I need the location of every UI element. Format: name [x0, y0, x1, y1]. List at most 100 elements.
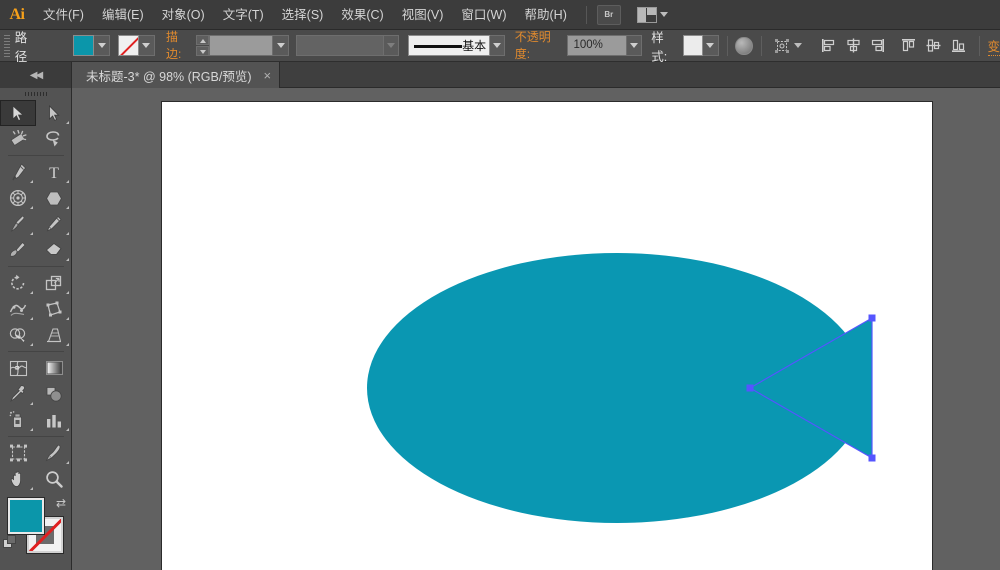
type-tool[interactable]: T — [36, 159, 72, 185]
opacity-label: 不透明度: — [515, 28, 564, 63]
stroke-profile-dropdown-arrow-icon[interactable] — [384, 35, 399, 56]
width-tool[interactable] — [0, 296, 36, 322]
rotate-tool[interactable] — [0, 270, 36, 296]
transform-chevron-down-icon[interactable] — [794, 43, 802, 48]
stroke-profile-input[interactable] — [296, 35, 383, 56]
opacity-input[interactable]: 100% — [567, 35, 626, 56]
spiral-tool[interactable] — [0, 185, 36, 211]
control-divider-2 — [761, 36, 762, 56]
document-tab-bar: ◀◀ 未标题-3* @ 98% (RGB/预览) × — [0, 62, 1000, 88]
menu-effect[interactable]: 效果(C) — [332, 0, 392, 30]
slice-tool[interactable] — [36, 440, 72, 466]
menu-window[interactable]: 窗口(W) — [452, 0, 515, 30]
panel-collapse-button[interactable]: ◀◀ — [0, 62, 72, 88]
collapse-panel-icon: ◀◀ — [30, 70, 41, 81]
zoom-tool[interactable] — [36, 466, 72, 492]
style-dropdown-arrow-icon[interactable] — [703, 35, 718, 56]
stroke-swatch-none[interactable] — [118, 35, 139, 56]
menu-select[interactable]: 选择(S) — [273, 0, 333, 30]
brush-dropdown-arrow-icon[interactable] — [490, 35, 505, 56]
default-fill-stroke-icon[interactable] — [3, 535, 17, 549]
menu-type[interactable]: 文字(T) — [214, 0, 273, 30]
pen-tool[interactable] — [0, 159, 36, 185]
artboard-tool[interactable] — [0, 440, 36, 466]
stroke-dropdown-arrow-icon[interactable] — [139, 35, 155, 56]
brush-stroke-preview-icon — [414, 45, 462, 48]
app-logo-icon: Ai — [0, 0, 34, 30]
eraser-tool[interactable] — [36, 237, 72, 263]
document-tab-title: 未标题-3* @ 98% (RGB/预览) — [86, 66, 252, 85]
direct-selection-tool[interactable] — [36, 100, 72, 126]
bridge-button[interactable]: Br — [597, 5, 621, 25]
scale-tool[interactable] — [36, 270, 72, 296]
control-bar-grip[interactable] — [4, 35, 10, 57]
align-bottom-icon[interactable] — [948, 35, 969, 57]
fill-color-control[interactable] — [73, 35, 110, 56]
stroke-weight-stepper[interactable] — [196, 35, 209, 56]
illustrator-window: Ai 文件(F) 编辑(E) 对象(O) 文字(T) 选择(S) 效果(C) 视… — [0, 0, 1000, 570]
tools-panel: T — [0, 88, 72, 570]
selection-tool[interactable] — [0, 100, 36, 126]
magic-wand-tool[interactable] — [0, 126, 36, 152]
eyedropper-tool[interactable] — [0, 381, 36, 407]
stroke-color-control[interactable] — [118, 35, 155, 56]
mesh-tool[interactable] — [0, 355, 36, 381]
polygon-tool[interactable] — [36, 185, 72, 211]
perspective-grid-tool[interactable] — [36, 322, 72, 348]
stroke-weight-label: 描边: — [166, 28, 192, 63]
fill-swatch-tool[interactable] — [8, 498, 44, 534]
anchor-point[interactable] — [869, 455, 876, 462]
tools-divider — [0, 433, 72, 440]
swap-fill-stroke-icon[interactable]: ⇄ — [56, 496, 66, 510]
control-bar: 路径 描边: 基本 不透明度: 100% 样式 — [0, 30, 1000, 62]
menu-file[interactable]: 文件(F) — [34, 0, 93, 30]
artboard[interactable] — [162, 102, 932, 570]
canvas-area[interactable] — [72, 88, 1000, 570]
menu-object[interactable]: 对象(O) — [153, 0, 214, 30]
tools-divider — [0, 152, 72, 159]
stroke-weight-dropdown-arrow-icon[interactable] — [273, 35, 288, 56]
opacity-mask-button[interactable] — [735, 37, 752, 55]
menu-view[interactable]: 视图(V) — [393, 0, 453, 30]
menu-divider — [586, 6, 587, 24]
brush-definition-label: 基本 — [462, 37, 486, 54]
align-left-icon[interactable] — [818, 35, 839, 57]
tools-grid: T — [0, 100, 72, 492]
hand-tool[interactable] — [0, 466, 36, 492]
anchor-point[interactable] — [747, 385, 754, 392]
opacity-dropdown-arrow-icon[interactable] — [627, 35, 642, 56]
symbol-sprayer-tool[interactable] — [0, 407, 36, 433]
shape-builder-tool[interactable] — [0, 322, 36, 348]
paintbrush-tool[interactable] — [0, 211, 36, 237]
free-transform-tool[interactable] — [36, 296, 72, 322]
more-options-label[interactable]: 变 — [988, 36, 1000, 56]
column-graph-tool[interactable] — [36, 407, 72, 433]
tools-divider — [0, 263, 72, 270]
menu-edit[interactable]: 编辑(E) — [93, 0, 153, 30]
gradient-tool[interactable] — [36, 355, 72, 381]
fill-swatch[interactable] — [73, 35, 94, 56]
close-icon[interactable]: × — [264, 69, 272, 82]
align-right-icon[interactable] — [867, 35, 888, 57]
stroke-weight-input[interactable] — [209, 35, 274, 56]
menu-help[interactable]: 帮助(H) — [516, 0, 576, 30]
brush-definition-field[interactable]: 基本 — [408, 35, 490, 56]
control-divider-1 — [727, 36, 728, 56]
pencil-tool[interactable] — [36, 211, 72, 237]
align-top-icon[interactable] — [898, 35, 919, 57]
transform-panel-button[interactable] — [772, 35, 793, 57]
lasso-tool[interactable] — [36, 126, 72, 152]
blob-brush-tool[interactable] — [0, 237, 36, 263]
blend-tool[interactable] — [36, 381, 72, 407]
document-tab[interactable]: 未标题-3* @ 98% (RGB/预览) × — [72, 62, 280, 88]
tools-divider — [0, 348, 72, 355]
control-bar-title: 路径 — [15, 27, 39, 65]
anchor-point[interactable] — [869, 315, 876, 322]
align-center-vertical-icon[interactable] — [923, 35, 944, 57]
workspace-switcher[interactable] — [637, 7, 668, 23]
artwork-svg — [162, 102, 932, 570]
align-center-horizontal-icon[interactable] — [843, 35, 864, 57]
tools-panel-grip[interactable] — [0, 88, 71, 100]
fill-dropdown-arrow-icon[interactable] — [94, 35, 110, 56]
style-swatch[interactable] — [683, 35, 703, 56]
